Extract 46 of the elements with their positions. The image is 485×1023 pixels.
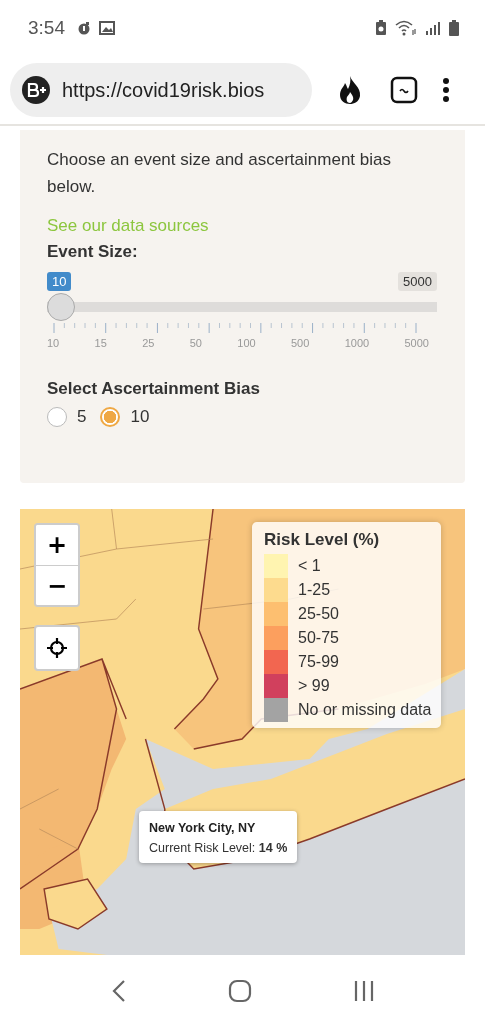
- home-icon[interactable]: [227, 978, 252, 1003]
- status-time: 3:54: [28, 17, 65, 39]
- legend-title: Risk Level (%): [264, 530, 380, 550]
- signal-icon: [425, 21, 441, 35]
- legend-label: > 99: [298, 677, 330, 695]
- slider-tick-label: 25: [142, 337, 155, 349]
- battery-icon: [449, 20, 459, 36]
- slider-thumb[interactable]: [47, 293, 75, 321]
- bias-label: Select Ascertainment Bias: [47, 379, 260, 399]
- slider-tick-label: 50: [189, 337, 202, 349]
- radio-label[interactable]: 10: [130, 407, 150, 427]
- image-icon: [99, 21, 115, 35]
- radio-button[interactable]: [100, 407, 121, 427]
- tab-switcher-icon[interactable]: [390, 76, 418, 104]
- legend-label: 25-50: [298, 605, 339, 623]
- address-bar[interactable]: https://covid19risk.bios: [10, 63, 312, 117]
- zoom-out-button[interactable]: −: [36, 565, 78, 605]
- slider-tick-label: 500: [291, 337, 310, 349]
- crosshair-icon: [46, 637, 68, 659]
- intro-text: Choose an event size and ascertainment bias below.: [47, 149, 392, 198]
- legend-label: < 1: [298, 557, 321, 575]
- legend-label: 1-25: [298, 581, 331, 599]
- map[interactable]: + − Risk Level (%) < 1 1-25 25-50 50-75 75-99 > 99 No or missing data New York City, NY Current Risk Level: 14 %: [20, 509, 465, 955]
- timer-icon: [77, 21, 91, 35]
- slider-max-label: 5000: [398, 272, 437, 291]
- locate-button[interactable]: [34, 625, 80, 671]
- recent-apps-icon[interactable]: [352, 979, 375, 1002]
- radio-button[interactable]: [47, 407, 67, 427]
- slider-tick-label: 15: [94, 337, 107, 349]
- battery-saver-icon: [375, 20, 387, 36]
- tooltip-title: New York City, NY: [149, 821, 256, 835]
- legend-label: 50-75: [298, 629, 339, 647]
- radio-label[interactable]: 5: [77, 407, 87, 427]
- event-size-label: Event Size:: [47, 242, 138, 262]
- slider-tick-label: 5000: [404, 337, 429, 349]
- wifi-icon: [395, 20, 417, 36]
- back-icon[interactable]: [110, 978, 127, 1003]
- legend-label: No or missing data: [298, 701, 432, 719]
- more-menu-icon[interactable]: [442, 77, 450, 103]
- site-logo-icon: [22, 76, 50, 104]
- tooltip-text: Current Risk Level: 14 %: [149, 841, 288, 855]
- slider-value-label: 10: [47, 272, 72, 291]
- legend-label: 75-99: [298, 653, 339, 671]
- slider-tick-label: 10: [47, 337, 60, 349]
- slider-tick-label: 100: [237, 337, 256, 349]
- slider-tick-label: 1000: [344, 337, 370, 349]
